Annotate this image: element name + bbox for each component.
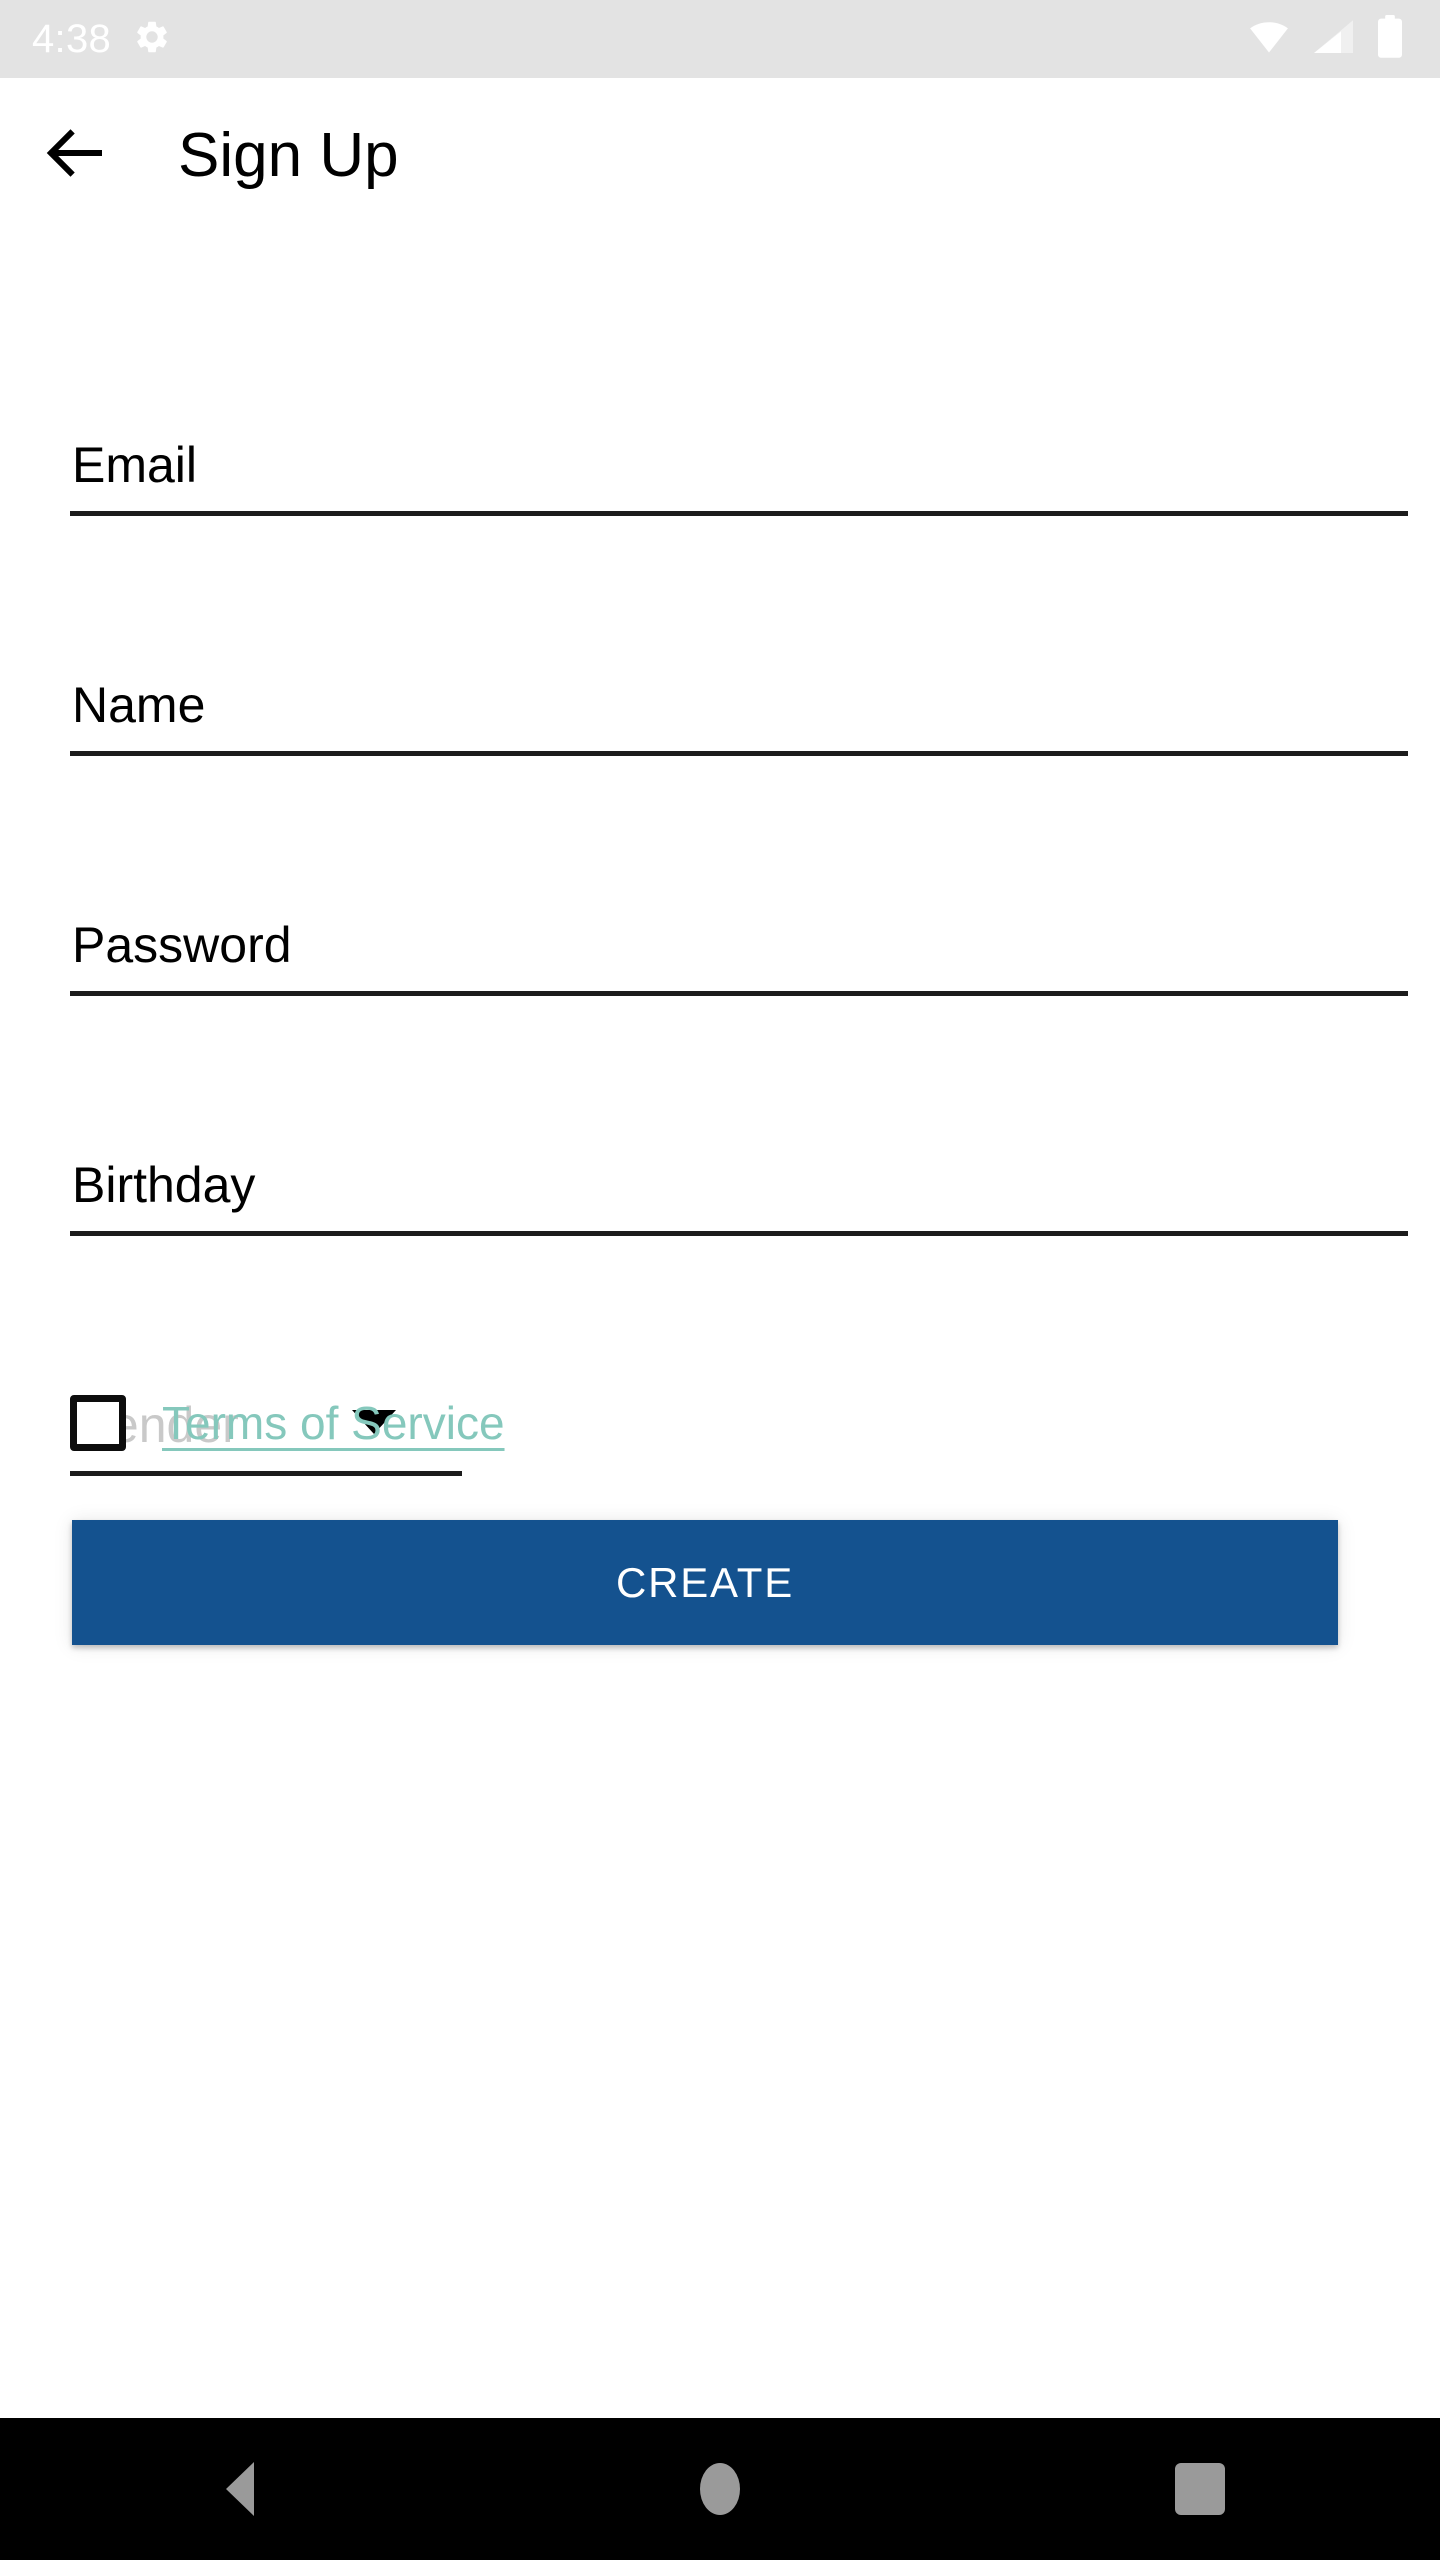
status-bar-right [1246,14,1404,64]
gender-spinner-underline [70,1471,462,1476]
circle-icon [700,2463,740,2515]
status-clock: 4:38 [32,17,112,61]
password-field-label: Password [72,917,292,973]
wifi-icon [1246,19,1292,60]
gear-icon [133,18,171,61]
nav-recents-button[interactable] [960,2418,1440,2560]
birthday-field-label: Birthday [72,1157,256,1213]
birthday-field[interactable]: Birthday [70,1118,1408,1236]
signal-icon [1312,19,1356,60]
name-field[interactable]: Name [70,638,1408,756]
navigation-bar [0,2418,1440,2560]
square-icon [1175,2463,1225,2515]
status-bar: 4:38 [0,0,1440,78]
email-field[interactable]: Email [70,398,1408,516]
terms-of-service-link[interactable]: Terms of Service [162,1400,505,1446]
terms-row: Terms of Service [70,1375,505,1471]
name-field-label: Name [72,677,206,733]
status-bar-left: 4:38 [32,18,171,61]
create-button[interactable]: CREATE [72,1520,1338,1645]
password-field[interactable]: Password [70,878,1408,996]
email-field-label: Email [72,437,198,493]
name-field-underline [70,751,1408,756]
birthday-field-underline [70,1231,1408,1236]
triangle-left-icon [226,2462,254,2516]
terms-checkbox[interactable] [70,1395,126,1451]
email-field-underline [70,511,1408,516]
nav-home-button[interactable] [480,2418,960,2560]
app-bar: Sign Up [0,78,1440,233]
password-field-underline [70,991,1408,996]
page-title: Sign Up [178,120,399,190]
battery-icon [1376,14,1404,64]
arrow-left-icon [39,117,111,194]
nav-back-button[interactable] [0,2418,480,2560]
back-button[interactable] [20,101,130,211]
